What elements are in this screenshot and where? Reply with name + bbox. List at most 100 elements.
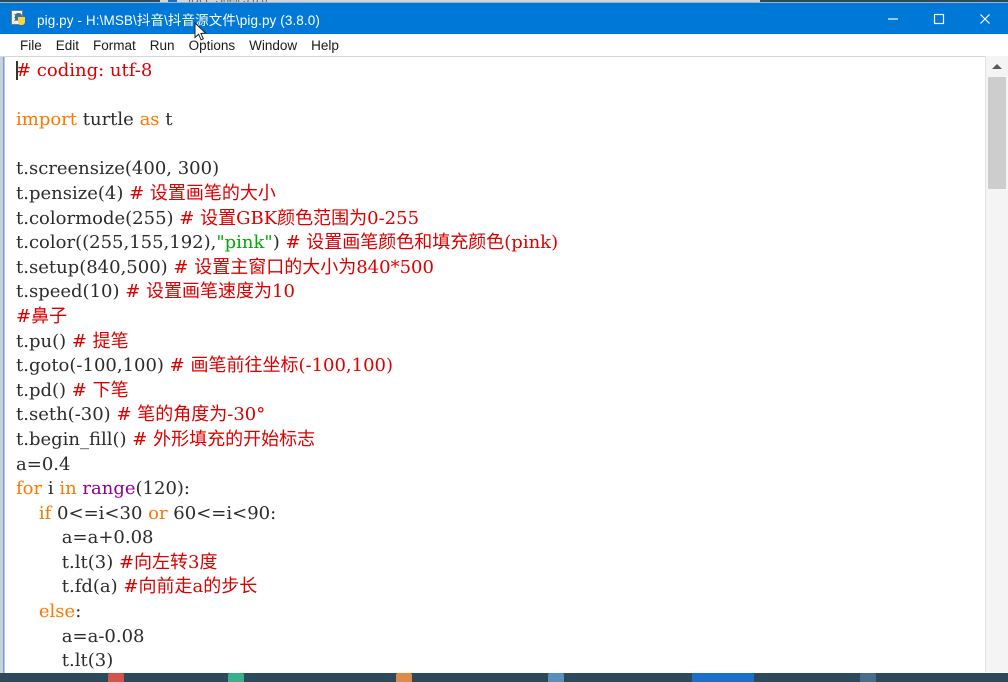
code-line[interactable]: t.pd() # 下笔 xyxy=(6,379,1008,404)
code-token-def: t.speed(10) xyxy=(16,281,126,303)
code-line[interactable]: t.lt(3) #向左转3度 xyxy=(6,551,1008,576)
code-token-cmt: #向前走a的步长 xyxy=(123,576,258,598)
code-token-def: ) xyxy=(272,232,286,254)
minimize-button[interactable] xyxy=(870,3,916,34)
code-line[interactable]: a=a-0.08 xyxy=(6,625,1008,650)
code-line[interactable]: t.setup(840,500) # 设置主窗口的大小为840*500 xyxy=(6,256,1008,281)
code-token-cmt: # 画笔前往坐标(-100,100) xyxy=(169,355,394,377)
code-token-cmt: # 设置画笔颜色和填充颜色(pink) xyxy=(285,232,559,254)
title-bar[interactable]: pig.py - H:\MSB\抖音\抖音源文件\pig.py (3.8.0) xyxy=(0,3,1008,34)
code-line[interactable]: #鼻子 xyxy=(6,305,1008,330)
code-line[interactable]: t.speed(10) # 设置画笔速度为10 xyxy=(6,280,1008,305)
menu-item-edit[interactable]: Edit xyxy=(49,37,86,54)
code-line[interactable]: a=0.4 xyxy=(6,453,1008,478)
code-line[interactable]: if 0<=i<30 or 60<=i<90: xyxy=(6,502,1008,527)
menu-item-run[interactable]: Run xyxy=(143,37,182,54)
code-token-def: a=a-0.08 xyxy=(16,625,145,647)
code-token-kw: as xyxy=(139,109,160,131)
code-token-cmt: # 笔的角度为-30° xyxy=(116,404,266,426)
code-text-area[interactable]: # coding: utf-8 import turtle as t t.scr… xyxy=(6,57,1008,673)
code-line[interactable]: a=a+0.08 xyxy=(6,526,1008,551)
code-token-def: t.screensize(400, 300) xyxy=(16,158,220,180)
menu-item-help[interactable]: Help xyxy=(304,37,346,54)
code-token-cmt: #向左转3度 xyxy=(118,551,218,573)
window-controls xyxy=(870,3,1008,34)
code-token-cmt: #鼻子 xyxy=(16,305,68,327)
python-file-icon xyxy=(11,10,28,27)
code-token-def: t.pu() xyxy=(16,330,72,352)
menu-item-window[interactable]: Window xyxy=(242,37,304,54)
code-line[interactable]: else: xyxy=(6,600,1008,625)
code-token-str: "pink" xyxy=(216,232,273,254)
code-token-cmt: # coding: utf-8 xyxy=(16,60,153,81)
code-line[interactable]: t.colormode(255) # 设置GBK颜色范围为0-255 xyxy=(6,207,1008,232)
code-line[interactable]: for i in range(120): xyxy=(6,477,1008,502)
idle-editor-window: pig.py - H:\MSB\抖音\抖音源文件\pig.py (3.8.0) … xyxy=(0,3,1008,673)
code-token-cmt: # 下笔 xyxy=(71,379,129,401)
code-token-def: 60<=i<90: xyxy=(167,502,277,524)
code-token-kw: else xyxy=(38,601,76,623)
code-token-def: i xyxy=(42,478,60,500)
taskbar-item-6[interactable] xyxy=(860,673,876,682)
code-token-def: t.setup(840,500) xyxy=(16,256,174,278)
menu-item-format[interactable]: Format xyxy=(86,37,143,54)
menu-item-file[interactable]: File xyxy=(13,37,49,54)
code-token-def: : xyxy=(75,601,82,623)
taskbar-item-1[interactable] xyxy=(108,673,124,682)
window-title: pig.py - H:\MSB\抖音\抖音源文件\pig.py (3.8.0) xyxy=(37,12,320,28)
code-line[interactable]: t.goto(-100,100) # 画笔前往坐标(-100,100) xyxy=(6,354,1008,379)
code-token-cmt: # 外形填充的开始标志 xyxy=(132,428,316,450)
code-line[interactable]: t.pu() # 提笔 xyxy=(6,330,1008,355)
code-token-cmt: # 设置画笔的大小 xyxy=(129,182,276,204)
taskbar-item-4[interactable] xyxy=(548,673,564,682)
code-token-cmt: # 提笔 xyxy=(71,330,129,352)
code-line[interactable]: # coding: utf-8 xyxy=(6,59,1008,84)
code-line[interactable]: t.lt(3) xyxy=(6,649,1008,673)
code-token-def: t.color((255,155,192), xyxy=(16,232,217,254)
close-button[interactable] xyxy=(962,3,1008,34)
maximize-button[interactable] xyxy=(916,3,962,34)
code-token-def: t.begin_fill() xyxy=(16,428,133,450)
taskbar-item-2[interactable] xyxy=(228,673,244,682)
code-line[interactable]: import turtle as t xyxy=(6,108,1008,133)
code-token-kw: or xyxy=(148,502,168,524)
menu-item-options[interactable]: Options xyxy=(182,37,243,54)
editor-area[interactable]: # coding: utf-8 import turtle as t t.scr… xyxy=(0,57,1008,673)
code-token-def: t.fd(a) xyxy=(16,576,124,598)
vertical-scroll-thumb[interactable] xyxy=(988,77,1006,189)
code-token-def: a=0.4 xyxy=(16,453,71,475)
code-token-def: t.pd() xyxy=(16,379,72,401)
code-line[interactable] xyxy=(6,84,1008,109)
code-token-kw: for xyxy=(16,478,43,500)
code-token-def: t.colormode(255) xyxy=(16,207,180,229)
code-token-def: (120): xyxy=(135,478,190,500)
code-line[interactable]: t.color((255,155,192),"pink") # 设置画笔颜色和填… xyxy=(6,231,1008,256)
code-token-def: t.goto(-100,100) xyxy=(16,355,170,377)
code-line[interactable]: t.fd(a) #向前走a的步长 xyxy=(6,575,1008,600)
code-token-cmt: # 设置主窗口的大小为840*500 xyxy=(173,256,434,278)
code-token-def xyxy=(16,503,39,524)
code-token-def: t.pensize(4) xyxy=(16,182,130,204)
code-line[interactable]: t.screensize(400, 300) xyxy=(6,157,1008,182)
code-line[interactable]: t.seth(-30) # 笔的角度为-30° xyxy=(6,403,1008,428)
code-line[interactable]: t.begin_fill() # 外形填充的开始标志 xyxy=(6,428,1008,453)
code-line[interactable]: t.pensize(4) # 设置画笔的大小 xyxy=(6,182,1008,207)
code-token-bi: range xyxy=(82,478,136,500)
code-token-def: t.lt(3) xyxy=(16,650,114,672)
code-token-def: t.lt(3) xyxy=(16,551,119,573)
code-line[interactable] xyxy=(6,133,1008,158)
code-token-kw: in xyxy=(59,478,77,500)
chevron-up-icon[interactable] xyxy=(986,56,1008,76)
code-token-def: t xyxy=(159,109,173,131)
code-token-def xyxy=(16,601,39,622)
code-token-def: 0<=i<30 xyxy=(51,502,149,524)
taskbar-item-3[interactable] xyxy=(396,673,412,682)
code-token-def: turtle xyxy=(77,109,140,131)
vertical-scrollbar[interactable] xyxy=(985,56,1008,672)
code-token-cmt: # 设置GBK颜色范围为0-255 xyxy=(179,207,420,229)
code-token-cmt: # 设置画笔速度为10 xyxy=(125,281,295,303)
code-token-def: a=a+0.08 xyxy=(16,527,154,549)
code-token-kw: if xyxy=(38,502,52,524)
code-token-def: t.seth(-30) xyxy=(16,404,117,426)
desktop-screen: IDLE Shell 3.8.0 pig.py - H:\MSB\抖音\抖音源文… xyxy=(0,0,1008,682)
